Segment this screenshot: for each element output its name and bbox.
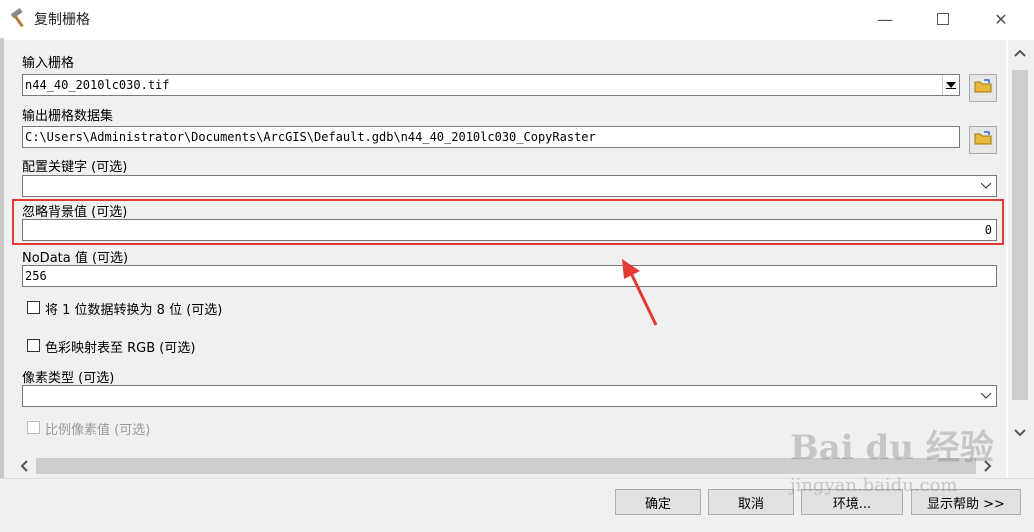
input-raster-label: 输入栅格 xyxy=(22,56,75,71)
chevron-down-icon[interactable] xyxy=(978,386,994,406)
minimize-button[interactable]: — xyxy=(862,0,908,38)
dropdown-arrow-icon[interactable] xyxy=(942,75,959,95)
nodata-input[interactable]: 256 xyxy=(22,265,997,287)
pixel-type-label: 像素类型 (可选) xyxy=(22,371,115,386)
maximize-button[interactable] xyxy=(920,0,966,38)
cancel-button-label: 取消 xyxy=(737,496,764,512)
close-button[interactable]: ✕ xyxy=(978,0,1024,38)
open-folder-icon xyxy=(974,131,992,149)
chevron-down-icon[interactable] xyxy=(978,176,994,196)
scroll-left-icon[interactable] xyxy=(16,459,32,473)
output-raster-field[interactable]: C:\Users\Administrator\Documents\ArcGIS\… xyxy=(22,126,960,148)
cancel-button[interactable]: 取消 xyxy=(708,489,794,515)
output-raster-label: 输出栅格数据集 xyxy=(22,109,114,124)
convert-1bit-label: 将 1 位数据转换为 8 位 (可选) xyxy=(45,303,223,318)
scroll-down-icon[interactable] xyxy=(1012,426,1028,440)
watermark-brand: Bai du 经验 xyxy=(790,428,994,468)
input-raster-value: n44_40_2010lc030.tif xyxy=(25,78,170,92)
annotation-arrow-icon xyxy=(622,259,658,326)
colormap-rgb-label: 色彩映射表至 RGB (可选) xyxy=(45,341,196,356)
scale-pixel-label: 比例像素值 (可选) xyxy=(45,423,151,438)
ok-button-label: 确定 xyxy=(644,496,671,512)
pixel-type-select[interactable] xyxy=(22,385,997,407)
nodata-label: NoData 值 (可选) xyxy=(22,251,129,266)
scroll-up-icon[interactable] xyxy=(1012,46,1028,60)
open-folder-icon xyxy=(974,79,992,97)
config-keyword-select[interactable] xyxy=(22,175,997,197)
hammer-icon xyxy=(8,7,30,30)
highlight-box xyxy=(12,199,1004,245)
parameters-panel xyxy=(4,40,1006,478)
watermark-url: jingyan.baidu.com xyxy=(790,475,958,496)
ok-button[interactable]: 确定 xyxy=(615,489,701,515)
scale-pixel-checkbox[interactable] xyxy=(27,421,40,434)
close-icon: ✕ xyxy=(994,9,1008,29)
minimize-icon: — xyxy=(877,9,893,29)
input-raster-combobox[interactable]: n44_40_2010lc030.tif xyxy=(22,74,960,96)
config-keyword-label: 配置关键字 (可选) xyxy=(22,160,128,175)
convert-1bit-checkbox[interactable] xyxy=(27,301,40,314)
output-raster-value: C:\Users\Administrator\Documents\ArcGIS\… xyxy=(25,130,596,144)
vertical-scroll-thumb[interactable] xyxy=(1012,70,1028,400)
browse-input-button[interactable] xyxy=(969,74,997,102)
baidu-watermark: Bai du 经验 jingyan.baidu.com xyxy=(790,420,994,496)
colormap-rgb-checkbox[interactable] xyxy=(27,339,40,352)
window-title: 复制栅格 xyxy=(34,12,90,28)
maximize-icon xyxy=(937,13,949,25)
browse-output-button[interactable] xyxy=(969,126,997,154)
nodata-value: 256 xyxy=(25,269,47,283)
